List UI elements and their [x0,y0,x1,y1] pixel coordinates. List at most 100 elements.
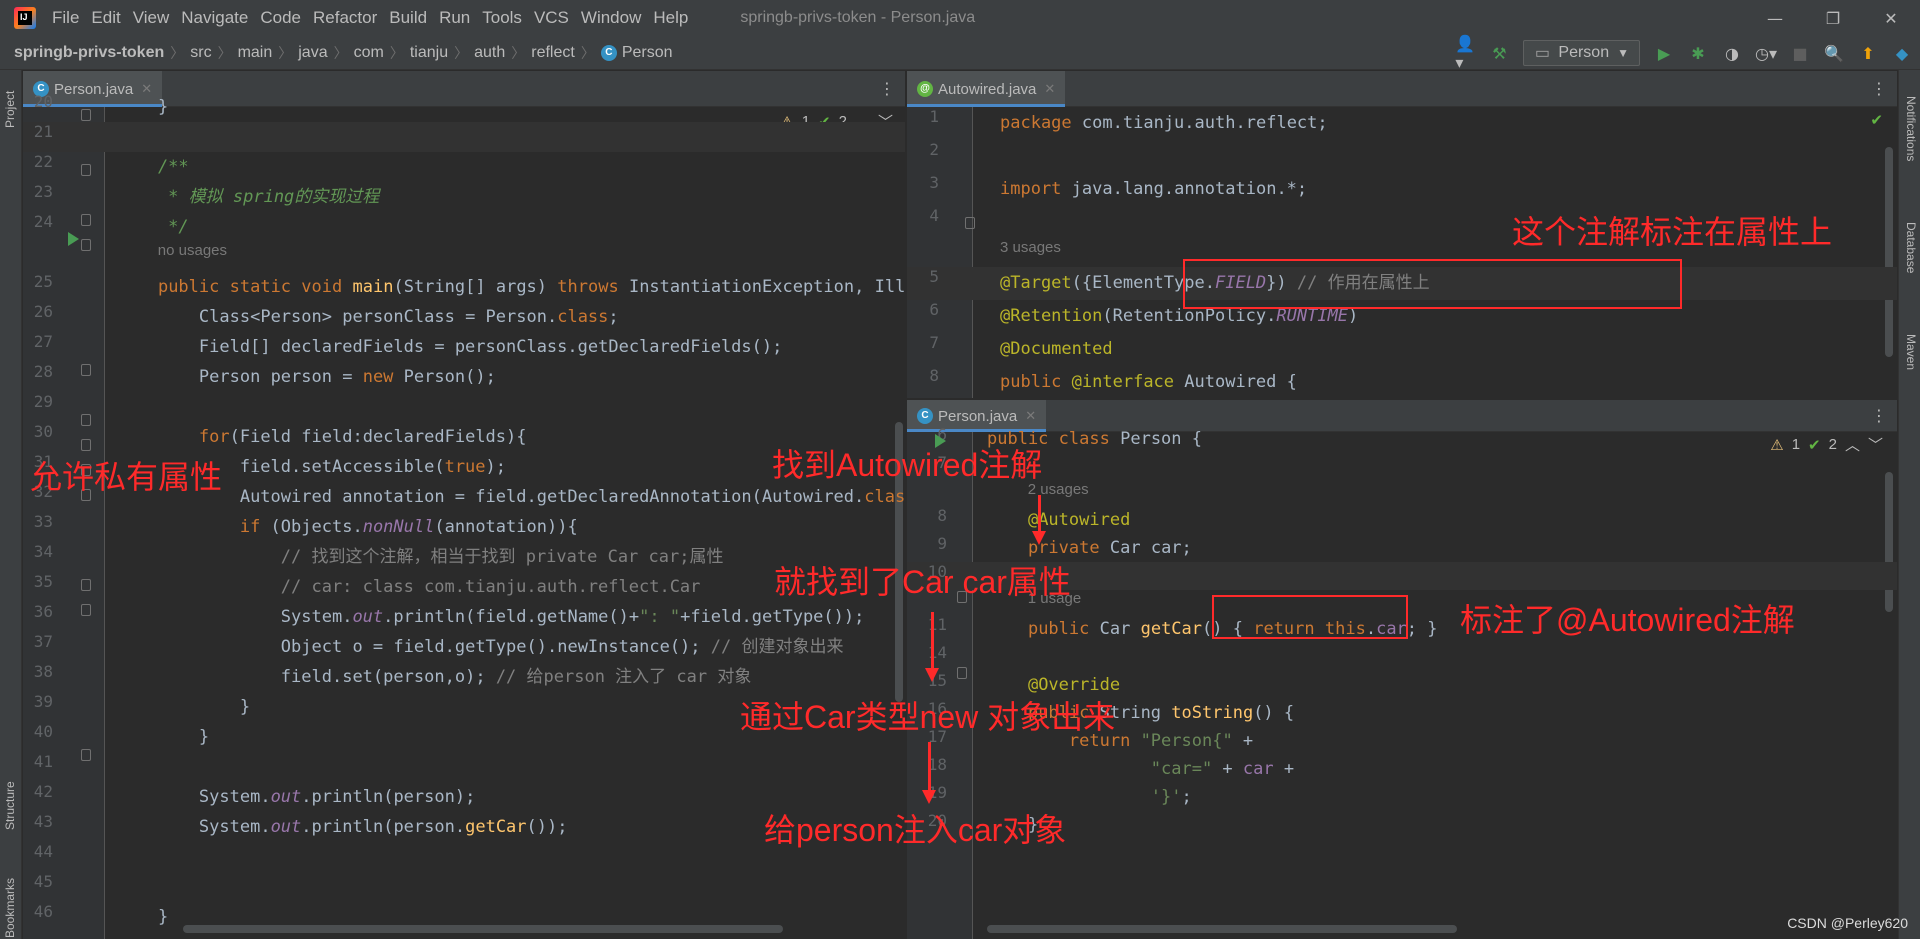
code-line[interactable]: 6 public class Person { [907,425,1897,453]
notifications-tool-button[interactable]: Notifications [1904,96,1918,161]
code-line[interactable]: 41 [23,752,905,782]
search-icon[interactable]: 🔍 [1824,43,1844,63]
code-line[interactable]: 23 * 模拟 spring的实现过程 [23,182,905,212]
code-line[interactable]: 27 Field[] declaredFields = personClass.… [23,332,905,362]
right-bottom-code-editor[interactable]: ⚠ 1 ✔ 2 ︿ ﹀ 6 public class Person {7 2 usages… [907,425,1897,939]
fold-icon[interactable] [81,579,91,591]
code-line[interactable]: 29 [23,392,905,422]
code-line[interactable]: 8 @Autowired [907,506,1897,534]
breadcrumb-project[interactable]: springb-privs-token [14,44,164,62]
usages-inlay[interactable]: no usages [23,242,905,272]
coverage-icon[interactable]: ◑ [1722,43,1742,63]
breadcrumb-src[interactable]: src [190,44,211,62]
maven-tool-button[interactable]: Maven [1904,334,1918,370]
fold-icon[interactable] [957,667,967,679]
code-line[interactable]: 21 [23,122,905,152]
menu-code[interactable]: Code [254,8,307,28]
fold-icon[interactable] [81,109,91,121]
restore-button[interactable]: ❐ [1804,0,1862,36]
code-line[interactable]: 14 [907,643,1897,671]
update-icon[interactable]: ⬆ [1858,43,1878,63]
run-configuration-select[interactable]: ▭ Person ▼ [1523,40,1640,66]
code-line[interactable]: 2 [907,140,1897,173]
code-line[interactable]: 7 [907,453,1897,481]
code-line[interactable]: 36 System.out.println(field.getName()+":… [23,602,905,632]
code-line[interactable]: 46 } [23,902,905,932]
project-tool-button[interactable]: Project [3,91,17,128]
breadcrumb-java[interactable]: java [298,44,327,62]
horizontal-scrollbar[interactable] [987,925,1457,933]
code-line[interactable]: 18 "car=" + car + [907,755,1897,783]
code-line[interactable]: 25 public static void main(String[] args… [23,272,905,302]
code-line[interactable]: 34 // 找到这个注解，相当于找到 private Car car;属性 [23,542,905,572]
fold-icon[interactable] [81,164,91,176]
note-marked: 标注了@Autowired注解 [1460,602,1795,638]
menu-vcs[interactable]: VCS [528,8,575,28]
code-line[interactable]: 37 Object o = field.getType().newInstanc… [23,632,905,662]
close-icon[interactable]: ✕ [1025,408,1036,424]
line-number: 23 [33,182,53,201]
run-icon[interactable]: ▶ [1654,43,1674,63]
code-line[interactable]: 7 @Documented [907,333,1897,366]
code-line[interactable]: 22 /** [23,152,905,182]
bookmarks-tool-button[interactable]: Bookmarks [3,878,17,938]
close-button[interactable]: ✕ [1862,0,1920,36]
breadcrumb-com[interactable]: com [354,44,384,62]
menu-navigate[interactable]: Navigate [175,8,254,28]
code-line[interactable]: 38 field.set(person,o); // 给person 注入了 c… [23,662,905,692]
database-tool-button[interactable]: Database [1904,222,1918,273]
usages-inlay[interactable]: 2 usages [907,481,1897,506]
code-line[interactable]: 20 } [23,92,905,122]
line-number: 20 [33,92,53,111]
fold-icon[interactable] [81,414,91,426]
close-icon[interactable]: ✕ [1044,81,1055,97]
fold-icon[interactable] [81,214,91,226]
minimize-button[interactable]: — [1746,0,1804,36]
intellij-logo-icon[interactable]: IJ [14,7,36,29]
fold-icon[interactable] [81,604,91,616]
code-line[interactable]: 33 if (Objects.nonNull(annotation)){ [23,512,905,542]
breadcrumb-tianju[interactable]: tianju [410,44,448,62]
menu-help[interactable]: Help [647,8,694,28]
breadcrumb-main[interactable]: main [238,44,273,62]
line-number: 6 [929,300,939,319]
menu-tools[interactable]: Tools [476,8,528,28]
code-line[interactable]: 3 import java.lang.annotation.*; [907,173,1897,206]
plugin-icon[interactable]: ◆ [1892,43,1912,63]
menu-refactor[interactable]: Refactor [307,8,383,28]
breadcrumb: springb-privs-token 〉 src 〉 main 〉 java 〉 co… [0,43,673,63]
fold-icon[interactable] [81,749,91,761]
menu-file[interactable]: File [46,8,85,28]
hammer-icon[interactable]: ⚒ [1489,43,1509,63]
menu-run[interactable]: Run [433,8,476,28]
menu-edit[interactable]: Edit [85,8,126,28]
fold-icon[interactable] [965,217,975,229]
code-line[interactable]: 24 */ [23,212,905,242]
code-line[interactable]: 35 // car: class com.tianju.auth.reflect… [23,572,905,602]
tab-autowired-java[interactable]: @ Autowired.java ✕ [907,71,1066,107]
menu-window[interactable]: Window [575,8,647,28]
line-number: 9 [937,534,947,553]
code-line[interactable]: 8 public @interface Autowired { [907,366,1897,398]
run-gutter-icon[interactable] [68,232,79,246]
stop-icon[interactable]: ■ [1790,43,1810,63]
user-icon[interactable]: 👤▾ [1455,34,1475,72]
breadcrumb-reflect[interactable]: reflect [531,44,575,62]
fold-icon[interactable] [81,439,91,451]
code-line[interactable]: 45 [23,872,905,902]
structure-tool-button[interactable]: Structure [3,781,17,830]
fold-icon[interactable] [81,364,91,376]
menu-view[interactable]: View [127,8,176,28]
profile-icon[interactable]: ◷▾ [1755,43,1777,63]
fold-icon[interactable] [81,239,91,251]
code-line[interactable]: 1 package com.tianju.auth.reflect; [907,107,1897,140]
menu-build[interactable]: Build [383,8,433,28]
breadcrumb-auth[interactable]: auth [474,44,505,62]
code-line[interactable]: 26 Class<Person> personClass = Person.cl… [23,302,905,332]
breadcrumb-person[interactable]: Person [622,44,673,62]
highlight-autowired-usage [1212,595,1408,639]
more-vertical-icon[interactable]: ⋮ [1871,406,1887,425]
code-line[interactable]: 28 Person person = new Person(); [23,362,905,392]
more-vertical-icon[interactable]: ⋮ [1871,79,1887,98]
debug-icon[interactable]: ✱ [1688,43,1708,63]
